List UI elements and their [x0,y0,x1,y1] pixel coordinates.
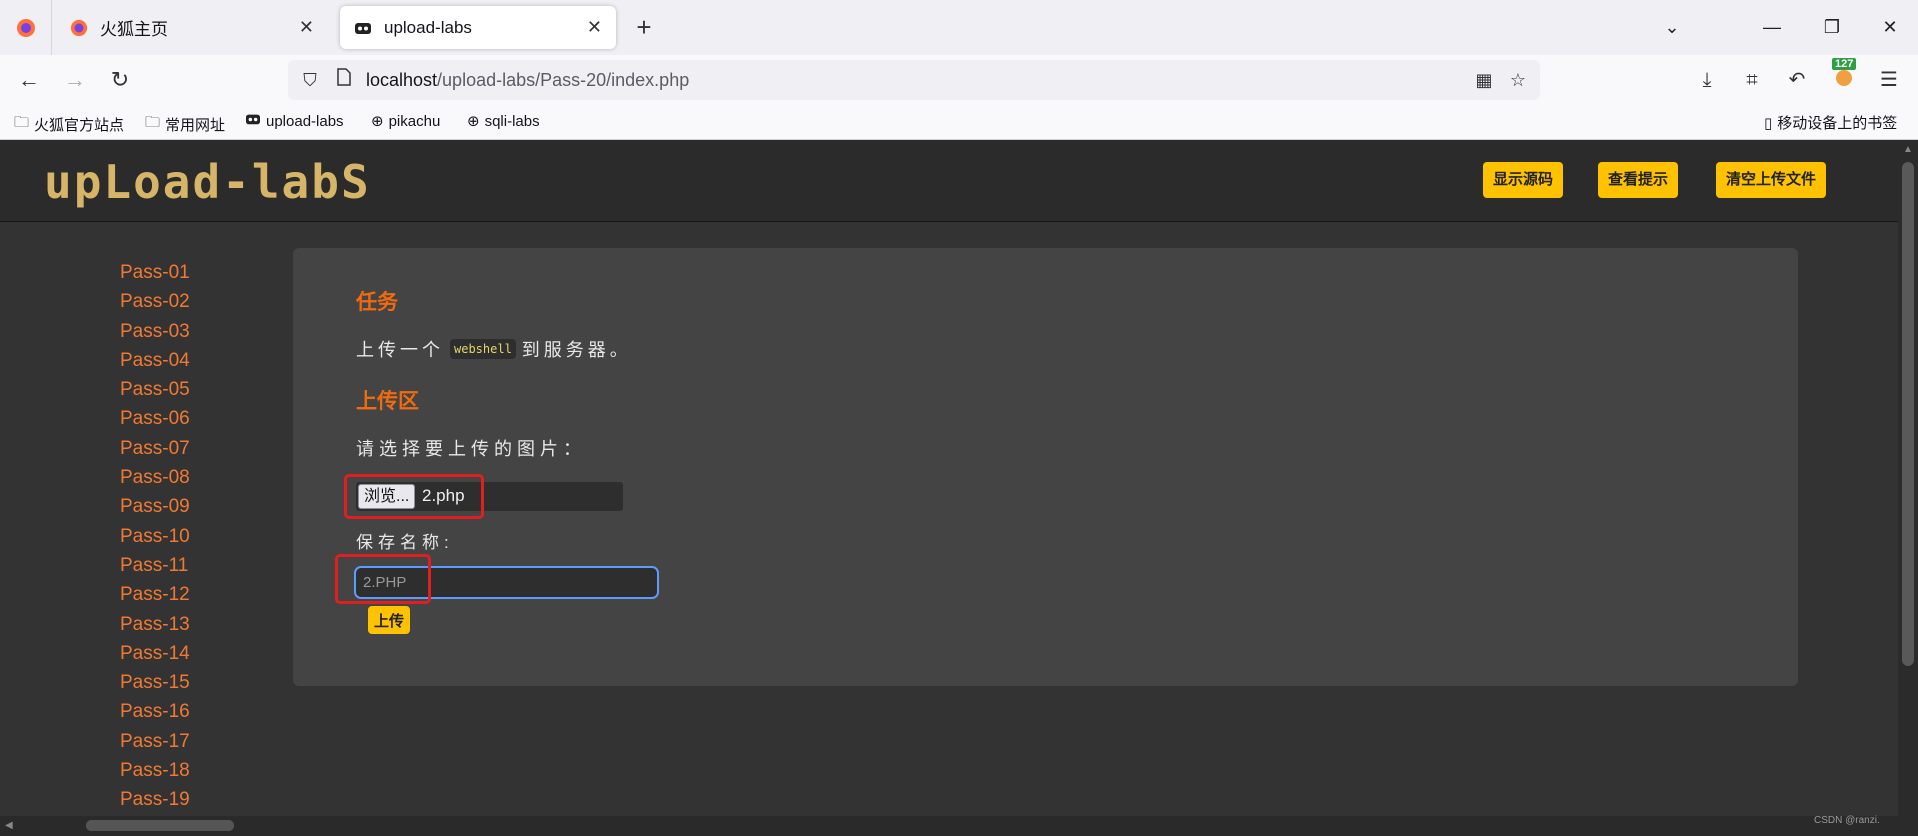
sidebar-item-pass-03[interactable]: Pass-03 [120,317,240,346]
undo-icon[interactable]: ↶ [1782,65,1812,95]
scroll-up-icon[interactable]: ▲ [1903,144,1913,155]
task-heading: 任务 [356,291,398,314]
scroll-left-icon[interactable]: ◀ [5,820,13,831]
firefox-view-button[interactable] [0,0,52,55]
sidebar-item-pass-12[interactable]: Pass-12 [120,580,240,609]
bookmark-label: pikachu [388,112,441,130]
sidebar-item-pass-10[interactable]: Pass-10 [120,522,240,551]
sidebar-item-pass-14[interactable]: Pass-14 [120,639,240,668]
pass-sidebar: Pass-01 Pass-02 Pass-03 Pass-04 Pass-05 … [120,258,240,815]
clear-uploads-button[interactable]: 清空上传文件 [1716,162,1827,198]
page-icon[interactable] [332,68,356,92]
bookmark-label: 移动设备上的书签 [1777,115,1898,132]
navigation-toolbar: ← → ↻ ⛉ localhost/upload-labs/Pass-20/in… [0,55,1918,105]
sidebar-item-pass-04[interactable]: Pass-04 [120,346,240,375]
crop-icon[interactable]: ⌗ [1737,65,1767,95]
bookmark-label: upload-labs [266,112,344,130]
bookmark-upload-labs[interactable]: upload-labs [245,112,344,130]
bookmark-label: 火狐官方站点 [34,117,125,134]
folder-icon: 🗀 [14,114,30,131]
restore-button[interactable]: ❐ [1812,10,1852,44]
upload-heading: 上传区 [356,390,419,413]
sidebar-item-pass-11[interactable]: Pass-11 [120,551,240,580]
mobile-icon: ▯ [1764,114,1773,132]
new-tab-button[interactable]: + [628,12,660,44]
sidebar-item-pass-19[interactable]: Pass-19 [120,785,240,814]
horizontal-scroll-thumb[interactable] [86,820,234,831]
bookmark-pikachu[interactable]: ⊕ pikachu [371,112,441,131]
url-bar[interactable]: ⛉ localhost/upload-labs/Pass-20/index.ph… [288,60,1540,100]
bookmark-common-sites[interactable]: 🗀 常用网址 [145,112,225,137]
sidebar-item-pass-08[interactable]: Pass-08 [120,463,240,492]
sidebar-item-pass-05[interactable]: Pass-05 [120,375,240,404]
bookmark-mobile[interactable]: ▯ 移动设备上的书签 [1764,112,1897,133]
tab-upload-labs[interactable]: upload-labs ✕ [340,6,616,49]
vertical-scrollbar[interactable]: ▲ [1898,140,1918,836]
task-description: 上传一个 webshell 到服务器。 [356,336,632,362]
save-name-label: 保存名称: [356,533,454,552]
task-suffix: 到服务器。 [521,340,632,360]
sidebar-item-pass-13[interactable]: Pass-13 [120,610,240,639]
tab-title: upload-labs [384,17,472,37]
globe-icon: ⊕ [467,113,480,130]
show-source-button[interactable]: 显示源码 [1483,162,1564,198]
bookmarks-toolbar: 🗀 火狐官方站点 🗀 常用网址 upload-labs ⊕ pikachu ⊕ sqli… [0,105,1918,140]
tab-firefox-home[interactable]: 火狐主页 ✕ [56,6,328,49]
sidebar-item-pass-15[interactable]: Pass-15 [120,668,240,697]
qr-code-icon[interactable]: ▦ [1472,68,1496,92]
reload-button[interactable]: ↻ [103,63,137,97]
game-icon [355,22,371,34]
site-header: upLoad-labS 显示源码 查看提示 清空上传文件 [0,140,1898,222]
sidebar-item-pass-01[interactable]: Pass-01 [120,258,240,287]
task-prefix: 上传一个 [356,340,444,360]
horizontal-scrollbar[interactable]: ◀ [0,816,1898,836]
web-page: upLoad-labS 显示源码 查看提示 清空上传文件 Pass-01 Pas… [0,140,1898,816]
forward-button[interactable]: → [58,63,92,97]
url-host: localhost [366,70,438,90]
sidebar-item-pass-17[interactable]: Pass-17 [120,727,240,756]
bookmark-label: 常用网址 [165,117,226,134]
firefox-icon [16,18,35,37]
tab-title: 火狐主页 [100,20,168,39]
sidebar-item-pass-18[interactable]: Pass-18 [120,756,240,785]
bookmark-sqli-labs[interactable]: ⊕ sqli-labs [467,112,540,131]
firefox-icon [70,19,88,36]
close-icon[interactable]: ✕ [299,17,314,38]
url-text[interactable]: localhost/upload-labs/Pass-20/index.php [366,70,689,91]
sidebar-item-pass-06[interactable]: Pass-06 [120,404,240,433]
upload-button[interactable]: 上传 [368,606,411,634]
shield-icon[interactable]: ⛉ [298,68,322,92]
highlight-box-save-name [335,554,431,604]
folder-icon: 🗀 [145,114,161,131]
list-tabs-button[interactable]: ⌄ [1652,10,1692,44]
game-icon [245,112,261,130]
close-window-button[interactable]: ✕ [1870,10,1910,44]
minimize-button[interactable]: — [1752,10,1792,44]
sidebar-item-pass-07[interactable]: Pass-07 [120,434,240,463]
watermark: CSDN @ranzi. [1814,815,1880,826]
extension-badge: 127 [1832,58,1857,70]
tab-strip: 火狐主页 ✕ upload-labs ✕ + ⌄ — ❐ ✕ [0,0,1918,55]
site-logo[interactable]: upLoad-labS [44,155,371,209]
menu-icon[interactable]: ☰ [1874,65,1904,95]
vertical-scroll-thumb[interactable] [1902,162,1914,666]
url-path: /upload-labs/Pass-20/index.php [437,70,690,90]
close-icon[interactable]: ✕ [587,17,602,38]
choose-file-label: 请选择要上传的图片： [356,439,586,459]
task-panel: 任务 上传一个 webshell 到服务器。 上传区 请选择要上传的图片： 浏览… [293,248,1798,686]
bookmark-star-icon[interactable]: ☆ [1506,68,1530,92]
sidebar-item-pass-16[interactable]: Pass-16 [120,697,240,726]
show-hint-button[interactable]: 查看提示 [1598,162,1679,198]
download-icon[interactable]: ⤓ [1692,65,1722,95]
globe-icon: ⊕ [371,113,384,130]
bookmark-firefox-official[interactable]: 🗀 火狐官方站点 [14,112,124,137]
back-button[interactable]: ← [12,63,46,97]
webshell-code: webshell [450,339,516,359]
highlight-box-file [344,474,484,519]
bookmark-label: sqli-labs [484,112,540,130]
sidebar-item-pass-09[interactable]: Pass-09 [120,492,240,521]
sidebar-item-pass-02[interactable]: Pass-02 [120,287,240,316]
